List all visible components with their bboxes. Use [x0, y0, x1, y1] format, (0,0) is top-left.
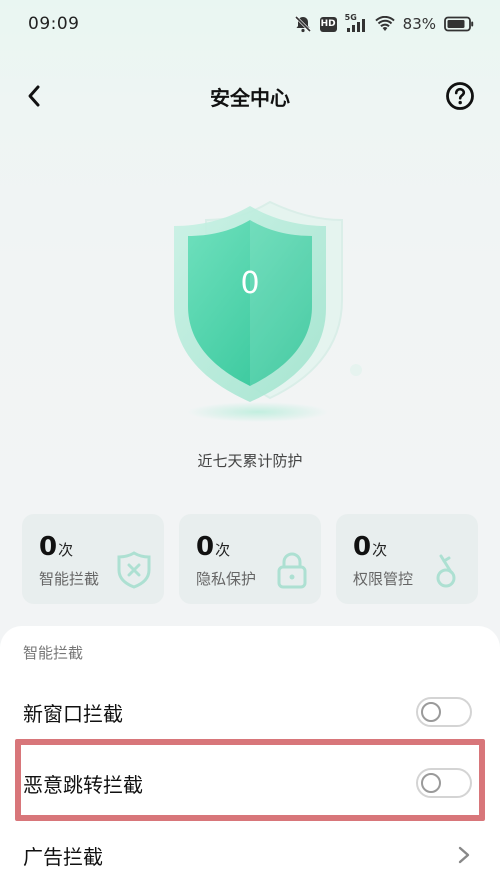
- mute-bell-icon: [294, 15, 312, 33]
- signal-icon: 5G: [345, 13, 367, 33]
- ad-block-row[interactable]: 广告拦截: [0, 820, 500, 888]
- status-bar: 09:09 HD 5G 83%: [0, 0, 500, 48]
- toggle-knob: [421, 702, 441, 722]
- stat-card-permission[interactable]: 0 次 权限管控: [336, 514, 478, 604]
- settings-panel: 智能拦截 新窗口拦截 恶意跳转拦截 广告拦截: [0, 626, 500, 888]
- back-arrow-icon: [28, 85, 40, 107]
- lock-icon: [277, 552, 307, 589]
- stat-cards: 0 次 智能拦截 0 次 隐私保护 0 次 权限管控: [22, 514, 478, 604]
- malicious-redirect-block-row[interactable]: 恶意跳转拦截: [0, 748, 500, 818]
- stat-count: 0: [353, 532, 372, 562]
- malicious-redirect-block-toggle[interactable]: [416, 768, 472, 798]
- shield-icon: [174, 200, 362, 422]
- stat-unit: 次: [58, 541, 74, 559]
- shield-count: 0: [240, 266, 260, 301]
- key-icon: [436, 554, 456, 588]
- stat-unit: 次: [215, 541, 231, 559]
- row-label: 广告拦截: [23, 844, 103, 869]
- stat-card-smart-block[interactable]: 0 次 智能拦截: [22, 514, 164, 604]
- row-label: 新窗口拦截: [23, 701, 123, 726]
- page-title: 安全中心: [210, 85, 290, 110]
- stat-unit: 次: [372, 541, 388, 559]
- chevron-right-icon: [458, 846, 470, 864]
- stat-card-privacy[interactable]: 0 次 隐私保护: [179, 514, 321, 604]
- protection-shield: 0: [140, 180, 380, 440]
- row-label: 恶意跳转拦截: [23, 772, 143, 797]
- wifi-icon: [374, 16, 395, 32]
- back-button[interactable]: [18, 80, 50, 112]
- nav-bar: 安全中心: [0, 66, 500, 126]
- new-window-block-toggle[interactable]: [416, 697, 472, 727]
- protection-caption: 近七天累计防护: [197, 452, 303, 470]
- toggle-knob: [421, 773, 441, 793]
- battery-icon: [444, 16, 474, 32]
- stat-count: 0: [196, 532, 215, 562]
- help-button[interactable]: [444, 80, 476, 112]
- status-icons: HD 5G 83%: [294, 13, 474, 33]
- hd-icon: HD: [319, 16, 337, 32]
- stat-count: 0: [39, 532, 58, 562]
- help-circle-icon: [446, 82, 474, 110]
- status-time: 09:09: [28, 14, 80, 34]
- battery-percent: 83%: [402, 15, 436, 33]
- section-title: 智能拦截: [23, 644, 84, 662]
- new-window-block-row[interactable]: 新窗口拦截: [0, 677, 500, 747]
- shield-x-icon: [117, 551, 151, 589]
